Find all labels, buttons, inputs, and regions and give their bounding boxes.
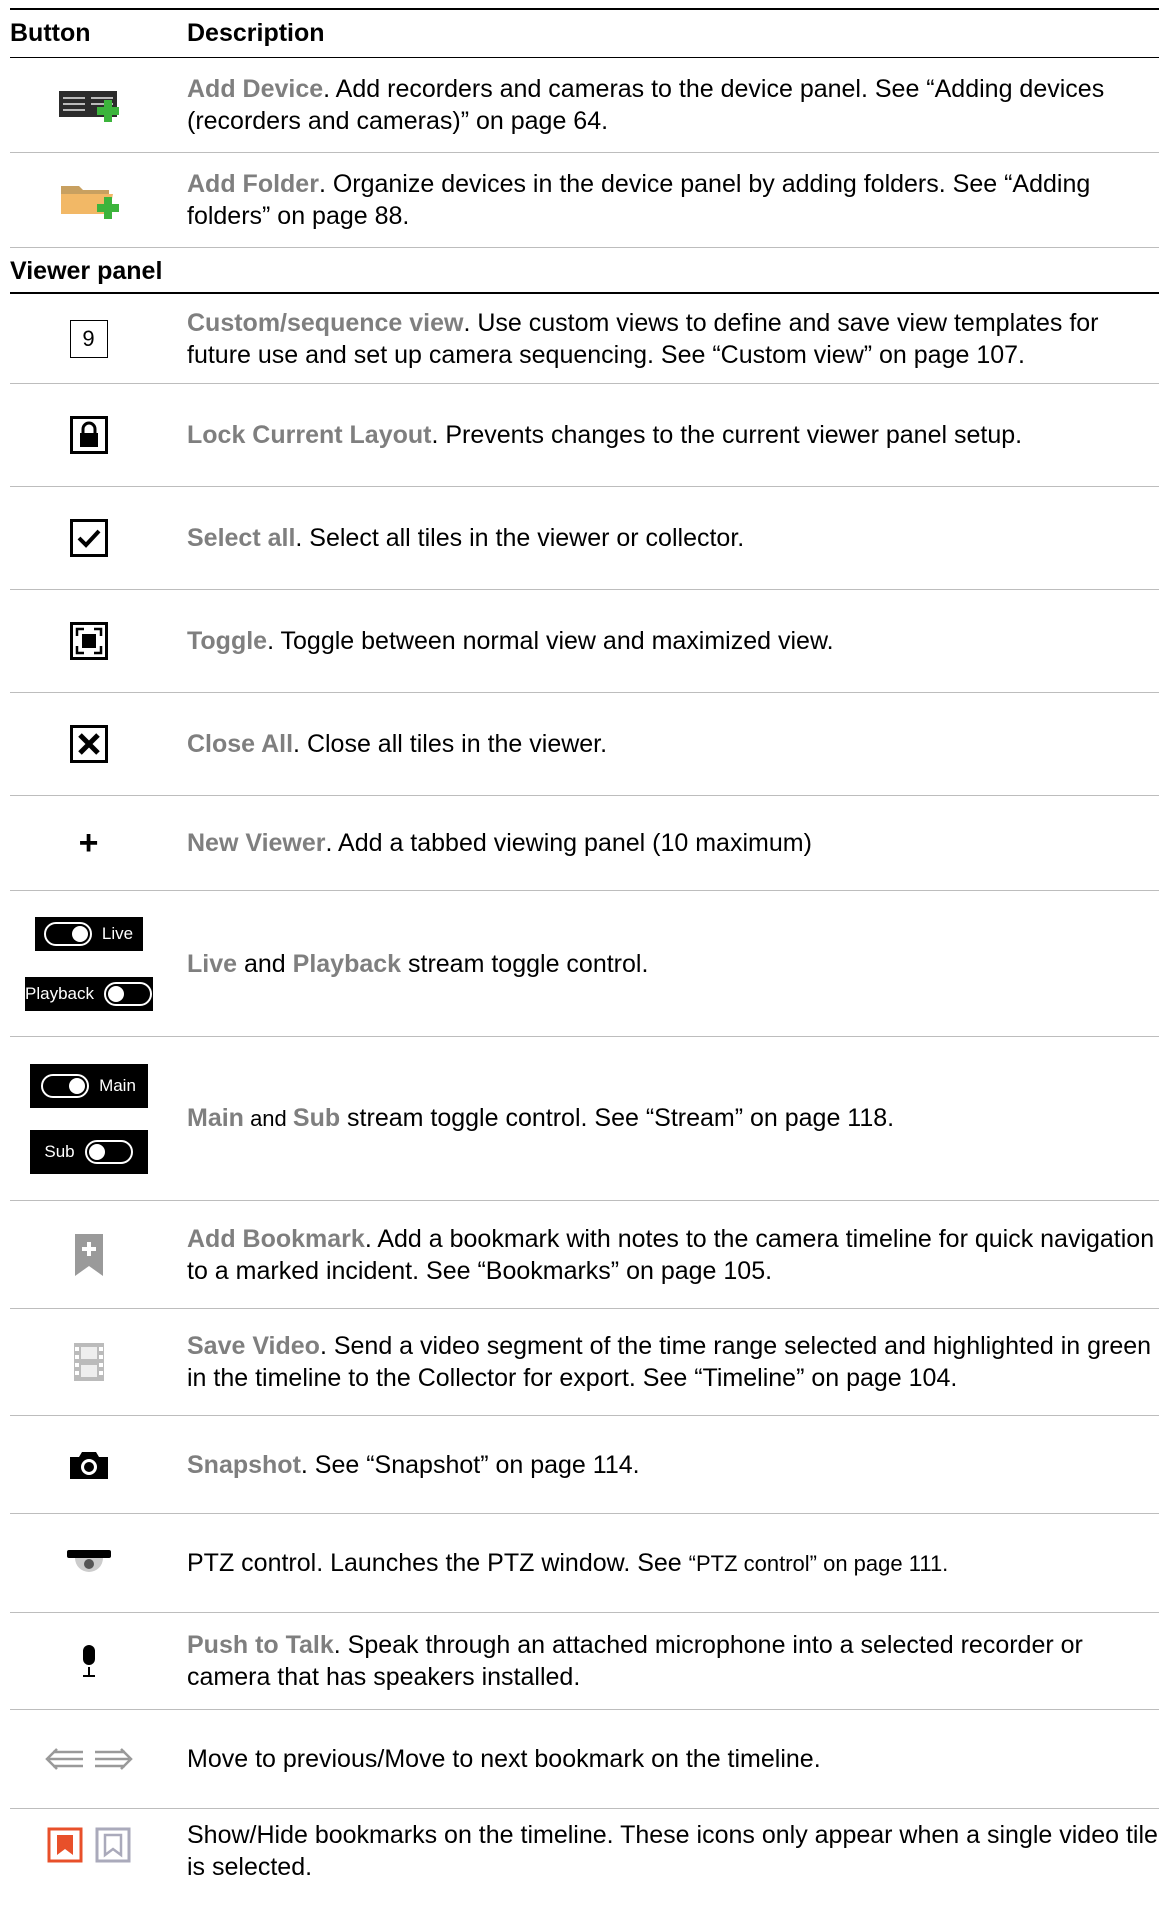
- move-bookmark-desc: Move to previous/Move to next bookmark o…: [187, 1745, 821, 1773]
- table-row: Push to Talk. Speak through an attached …: [10, 1613, 1159, 1710]
- table-row: Main Sub Main and Sub stream toggle cont…: [10, 1037, 1159, 1201]
- table-row: 9 Custom/sequence view. Use custom views…: [10, 294, 1159, 384]
- live-name: Live: [187, 949, 238, 978]
- and-text: and: [237, 949, 293, 978]
- main-toggle: Main: [29, 1063, 148, 1108]
- add-folder-desc: . Organize devices in the device panel b…: [187, 170, 1091, 230]
- lock-name: Lock Current Layout: [187, 421, 432, 449]
- playback-name: Playback: [292, 949, 402, 978]
- toggle-switch-icon: [84, 1139, 133, 1164]
- table-row: Add Folder. Organize devices in the devi…: [10, 153, 1159, 248]
- new-viewer-desc: . Add a tabbed viewing panel (10 maximum…: [325, 829, 812, 857]
- add-device-name: Add Device: [187, 75, 324, 103]
- select-all-desc: . Select all tiles in the viewer or coll…: [295, 524, 745, 552]
- main-sub-desc: stream toggle control. See “Stream” on p…: [340, 1104, 895, 1132]
- live-label: Live: [101, 923, 134, 943]
- select-all-icon: [10, 519, 167, 557]
- new-viewer-name: New Viewer: [187, 829, 326, 857]
- table-row: Show/Hide bookmarks on the timeline. The…: [10, 1809, 1159, 1907]
- live-toggle: Live: [34, 916, 143, 951]
- sub-toggle: Sub: [29, 1129, 148, 1174]
- table-row: Add Device. Add recorders and cameras to…: [10, 58, 1159, 153]
- table-row: Live Playback Live and Playback stream t…: [10, 891, 1159, 1037]
- table-header: Button Description: [10, 8, 1159, 58]
- add-folder-icon: [10, 178, 167, 222]
- live-playback-desc: stream toggle control.: [401, 949, 649, 978]
- table-row: Add Bookmark. Add a bookmark with notes …: [10, 1201, 1159, 1309]
- sub-name: Sub: [292, 1104, 341, 1132]
- table-row: PTZ control. Launches the PTZ window. Se…: [10, 1514, 1159, 1613]
- add-folder-name: Add Folder: [187, 170, 319, 198]
- sub-label: Sub: [44, 1141, 75, 1161]
- section-title-viewer-panel: Viewer panel: [10, 248, 1159, 294]
- snapshot-desc: . See “Snapshot” on page 114.: [300, 1450, 640, 1479]
- add-device-icon: [10, 85, 167, 125]
- custom-view-name: Custom/sequence view: [187, 308, 464, 337]
- hide-bookmarks-icon: [95, 1827, 130, 1863]
- close-all-desc: . Close all tiles in the viewer.: [293, 730, 608, 758]
- next-bookmark-icon: [94, 1748, 133, 1770]
- table-row: Close All. Close all tiles in the viewer…: [10, 693, 1159, 796]
- ptz-link: “PTZ control” on page 111.: [688, 1550, 949, 1576]
- toggle-name: Toggle: [187, 627, 268, 655]
- ptz-dome-camera-icon: [10, 1548, 167, 1578]
- playback-label: Playback: [25, 983, 94, 1003]
- add-device-desc: . Add recorders and cameras to the devic…: [187, 75, 1105, 135]
- main-name: Main: [187, 1104, 244, 1132]
- table-row: Snapshot. See “Snapshot” on page 114.: [10, 1416, 1159, 1514]
- playback-toggle: Playback: [24, 976, 153, 1011]
- col-description-header: Description: [187, 19, 325, 47]
- lock-icon: [10, 416, 167, 454]
- close-all-name: Close All: [187, 730, 294, 758]
- show-bookmarks-icon: [47, 1827, 82, 1863]
- main-label: Main: [99, 1075, 136, 1095]
- microphone-icon: [10, 1643, 167, 1679]
- table-row: Save Video. Send a video segment of the …: [10, 1309, 1159, 1416]
- toggle-switch-icon: [103, 981, 152, 1006]
- table-row: Move to previous/Move to next bookmark o…: [10, 1710, 1159, 1809]
- table-row: + New Viewer. Add a tabbed viewing panel…: [10, 796, 1159, 891]
- table-row: Lock Current Layout. Prevents changes to…: [10, 384, 1159, 487]
- toggle-switch-icon: [41, 1073, 90, 1098]
- toggle-desc: . Toggle between normal view and maximiz…: [267, 627, 834, 655]
- show-hide-desc: Show/Hide bookmarks on the timeline. The…: [187, 1821, 1158, 1881]
- snapshot-name: Snapshot: [187, 1450, 301, 1479]
- plus-icon: +: [78, 823, 99, 862]
- toggle-switch-icon: [43, 921, 92, 946]
- bookmark-add-icon: [10, 1232, 167, 1278]
- select-all-name: Select all: [187, 524, 296, 552]
- film-icon: [10, 1341, 167, 1383]
- col-button-header: Button: [10, 19, 91, 47]
- previous-bookmark-icon: [44, 1748, 83, 1770]
- table-row: Toggle. Toggle between normal view and m…: [10, 590, 1159, 693]
- toggle-maximize-icon: [10, 622, 167, 660]
- and-text: and: [243, 1106, 293, 1131]
- close-all-icon: [10, 725, 167, 763]
- save-video-desc: . Send a video segment of the time range…: [187, 1332, 1152, 1392]
- custom-view-icon: 9: [69, 319, 108, 358]
- camera-icon: [10, 1449, 167, 1481]
- push-to-talk-name: Push to Talk: [187, 1631, 334, 1659]
- add-bookmark-name: Add Bookmark: [187, 1224, 365, 1253]
- ptz-desc: PTZ control. Launches the PTZ window. Se…: [187, 1548, 689, 1577]
- save-video-name: Save Video: [187, 1332, 320, 1360]
- lock-desc: . Prevents changes to the current viewer…: [431, 421, 1023, 449]
- table-row: Select all. Select all tiles in the view…: [10, 487, 1159, 590]
